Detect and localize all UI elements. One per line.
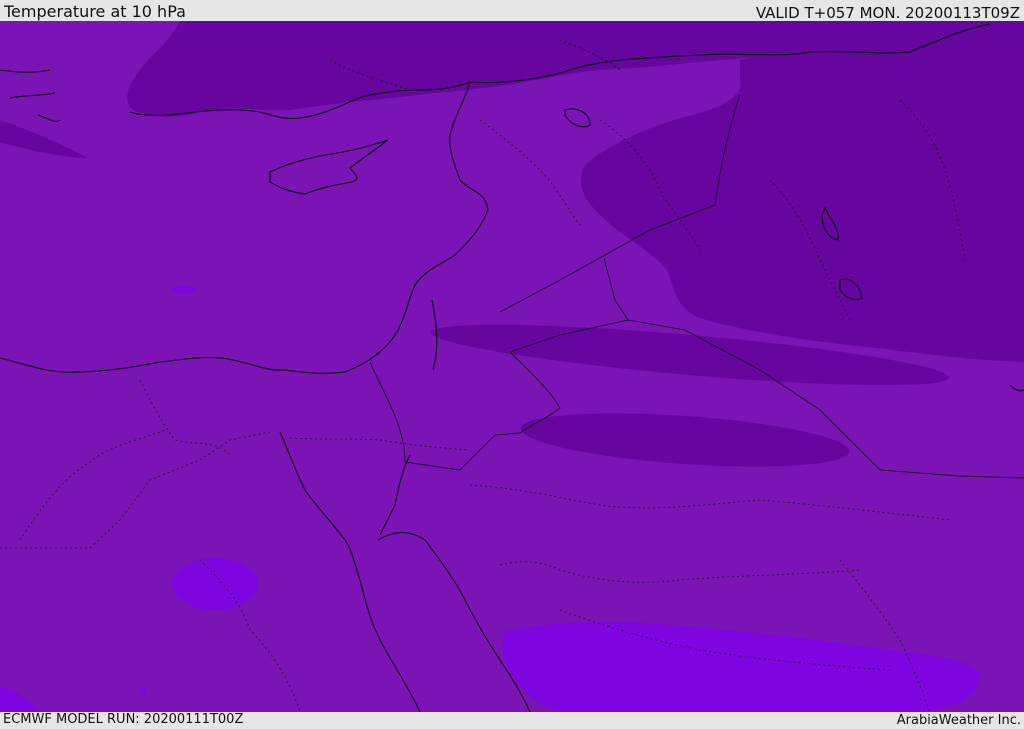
header-bar: Temperature at 10 hPa VALID T+057 MON. 2…: [0, 0, 1024, 21]
warm-speck-2: [139, 688, 147, 696]
map-area[interactable]: [0, 21, 1024, 712]
warm-speck: [172, 286, 196, 294]
footer-bar: ECMWF MODEL RUN: 20200111T00Z ArabiaWeat…: [0, 712, 1024, 729]
map-title: Temperature at 10 hPa: [4, 2, 186, 21]
map-canvas: [0, 21, 1024, 712]
model-run-label: ECMWF MODEL RUN: 20200111T00Z: [3, 712, 244, 727]
warm-patch-egypt: [172, 558, 258, 610]
credit-label: ArabiaWeather Inc.: [896, 713, 1021, 728]
valid-time: VALID T+057 MON. 20200113T09Z: [755, 4, 1020, 22]
